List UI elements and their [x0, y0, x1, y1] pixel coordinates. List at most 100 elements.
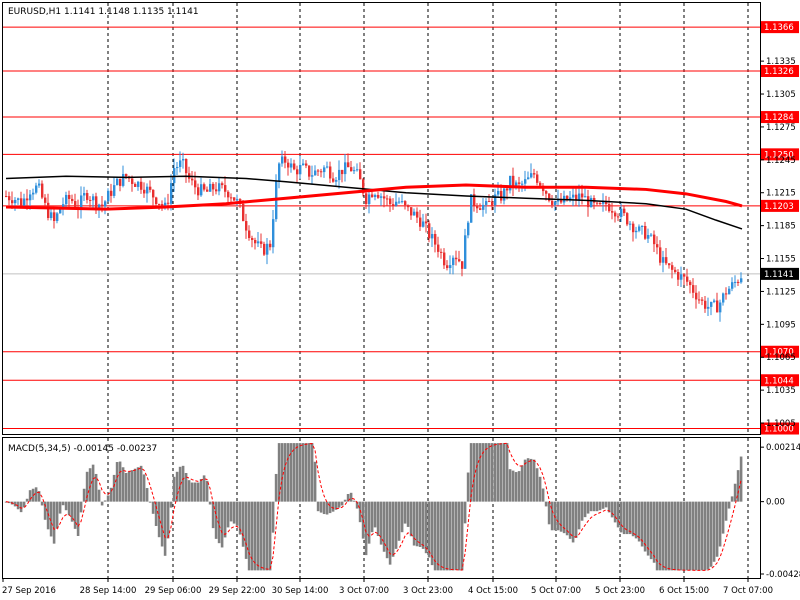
macd-bar — [259, 501, 263, 571]
macd-bar — [424, 501, 428, 554]
macd-bar — [679, 501, 683, 571]
candle-body — [47, 202, 50, 219]
macd-bar — [307, 443, 311, 502]
macd-bar — [310, 443, 314, 502]
candle-body — [200, 184, 203, 196]
candle-body — [488, 201, 491, 203]
candle-body — [656, 244, 659, 248]
candle-body — [428, 223, 431, 239]
macd-bar — [730, 496, 734, 502]
candle-body — [236, 199, 239, 201]
candle-body — [314, 170, 317, 176]
candle-body — [458, 259, 461, 262]
candle-body — [146, 186, 149, 194]
candle-body — [503, 188, 506, 201]
price-tick-label: 1.1065 — [766, 353, 796, 363]
candle-body — [698, 299, 701, 301]
macd-bar — [529, 458, 533, 502]
macd-bar — [160, 501, 164, 547]
macd-bar — [235, 501, 239, 526]
candle-body — [719, 302, 722, 313]
candle-body — [431, 233, 434, 239]
macd-bar — [295, 443, 299, 502]
macd-bar — [136, 467, 140, 502]
macd-bar — [577, 501, 581, 530]
macd-bar — [256, 501, 260, 571]
candle-body — [710, 301, 713, 307]
macd-bar — [199, 478, 203, 502]
candle-body — [377, 194, 380, 198]
macd-bar — [145, 488, 149, 502]
macd-bar — [466, 472, 470, 502]
candle-body — [38, 183, 41, 186]
macd-bar — [229, 501, 233, 522]
candle-body — [218, 183, 221, 192]
macd-bar — [427, 501, 431, 558]
macd-bar — [148, 501, 152, 503]
candle-body — [335, 180, 338, 182]
macd-bar — [487, 443, 491, 502]
macd-bar — [88, 468, 92, 502]
macd-bar — [694, 501, 698, 571]
candle-body — [476, 205, 479, 209]
candle-body — [20, 198, 23, 206]
candle-body — [281, 156, 284, 164]
candle-body — [575, 194, 578, 200]
macd-bar — [682, 501, 686, 571]
macd-bar — [253, 501, 257, 571]
macd-bar — [580, 501, 584, 521]
candle-body — [296, 169, 299, 175]
candle-body — [590, 198, 593, 208]
candle-body — [584, 196, 587, 198]
candle-body — [131, 178, 134, 184]
macd-bar — [193, 482, 197, 502]
macd-bar — [718, 501, 722, 547]
macd-bar — [103, 500, 107, 502]
macd-bar — [463, 501, 467, 524]
time-label: 28 Sep 14:00 — [80, 586, 137, 596]
macd-bar — [25, 498, 29, 502]
macd-bar — [172, 476, 176, 502]
time-label: 27 Sep 2016 — [2, 586, 56, 596]
macd-bar — [457, 501, 461, 571]
macd-bar — [484, 443, 488, 502]
candle-body — [449, 265, 452, 269]
macd-bar — [112, 474, 116, 502]
price-tick-label: 1.1305 — [766, 90, 796, 100]
candle-body — [260, 241, 263, 244]
macd-bar — [538, 476, 542, 502]
candle-body — [383, 196, 386, 199]
macd-bar — [709, 501, 713, 567]
candle-body — [53, 212, 56, 221]
macd-bar — [691, 501, 695, 571]
candle-body — [434, 233, 437, 245]
candle-body — [92, 196, 95, 201]
macd-bar — [586, 501, 590, 514]
candle-body — [686, 276, 689, 282]
macd-bar — [79, 501, 83, 513]
macd-bar — [391, 501, 395, 557]
candle-body — [701, 299, 704, 301]
macd-bar — [661, 501, 665, 571]
candle-body — [284, 156, 287, 163]
macd-bar — [313, 461, 317, 502]
candle-body — [305, 163, 308, 166]
macd-bar — [403, 501, 407, 524]
price-tick-label: 1.1275 — [766, 123, 796, 133]
ohlc-values: 1.1141 1.1148 1.1135 1.1141 — [64, 7, 199, 17]
candle-body — [620, 208, 623, 217]
candle-body — [122, 173, 125, 186]
candle-body — [359, 169, 362, 180]
candle-body — [107, 190, 110, 202]
candle-body — [266, 243, 269, 255]
candle-body — [317, 170, 320, 172]
candle-body — [464, 235, 467, 269]
candle-body — [392, 204, 395, 206]
candle-body — [233, 197, 236, 201]
macd-bar — [571, 501, 575, 543]
candle-body — [215, 189, 218, 192]
candle-body — [407, 205, 410, 208]
candle-body — [446, 265, 449, 269]
macd-bar — [265, 501, 269, 571]
macd-bar — [667, 501, 671, 571]
